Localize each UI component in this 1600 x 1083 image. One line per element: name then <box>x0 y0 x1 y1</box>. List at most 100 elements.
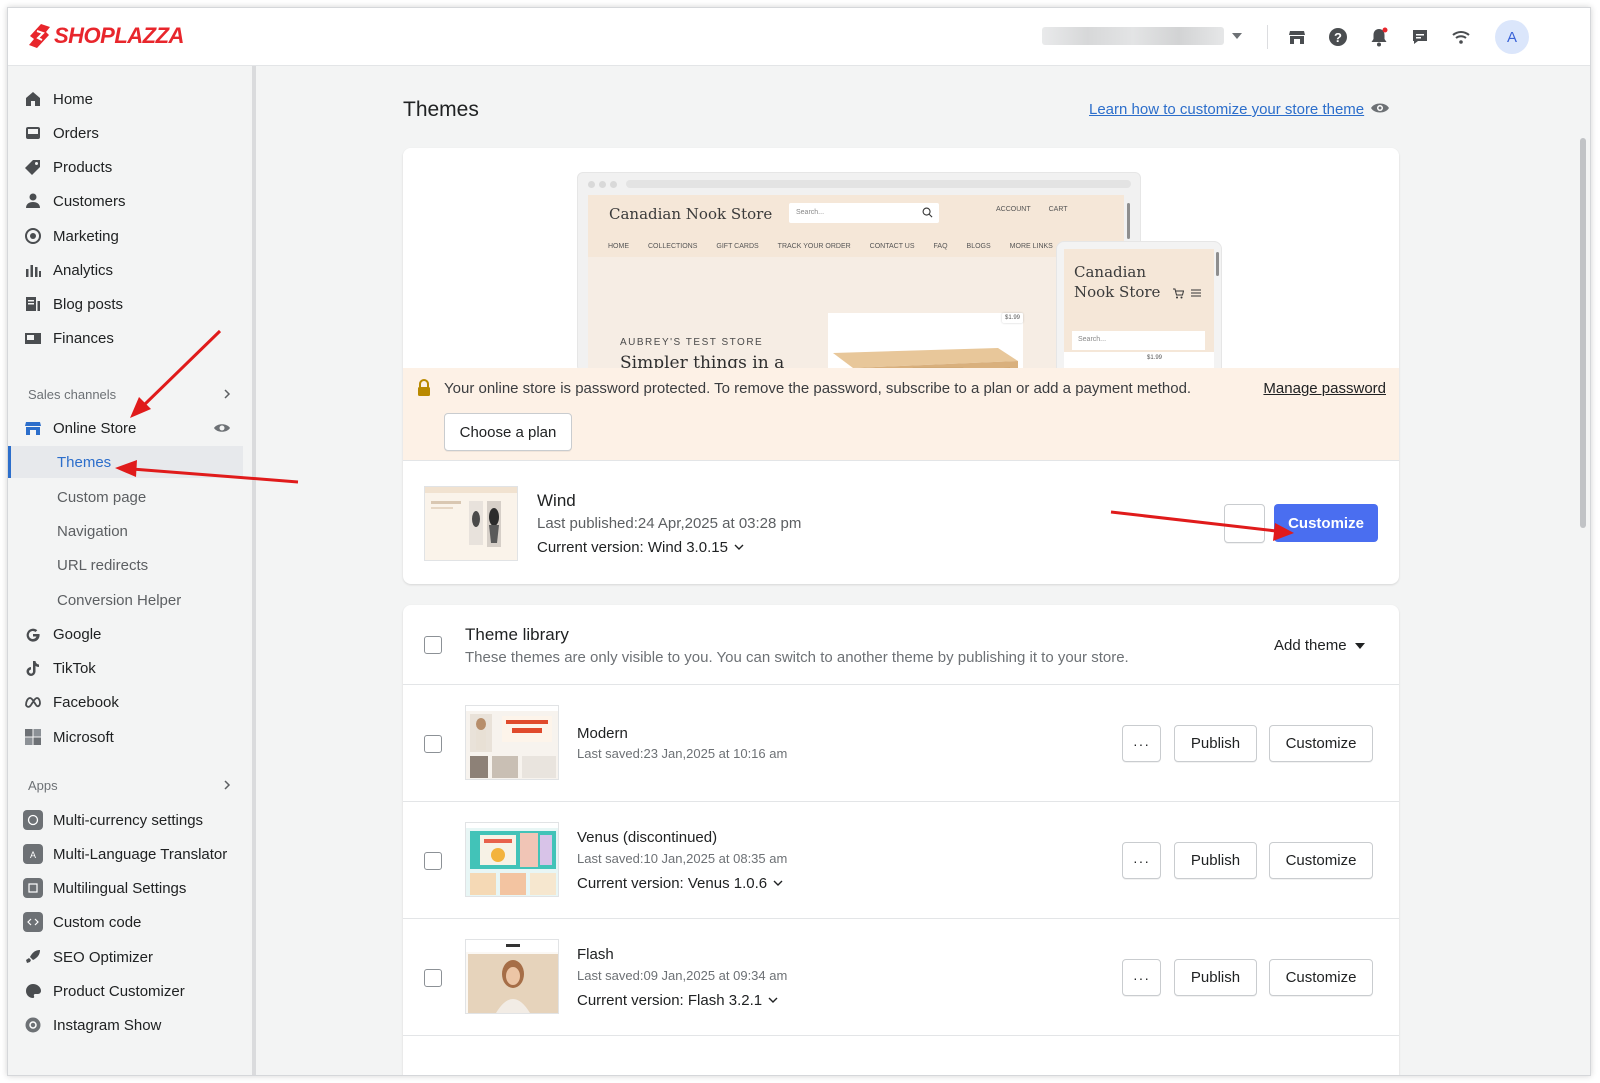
theme-version[interactable]: Current version: Venus 1.0.6 <box>577 875 783 892</box>
mobile-preview: Canadian Nook Store Search... $1.99 <box>1056 241 1222 381</box>
sidebar-app-product-customizer[interactable]: Product Customizer <box>23 977 185 1005</box>
sidebar-app-custom-code[interactable]: Custom code <box>23 908 141 936</box>
manage-password-link[interactable]: Manage password <box>1263 380 1386 397</box>
section-label-apps: Apps <box>28 778 58 793</box>
publish-button[interactable]: Publish <box>1174 959 1257 996</box>
store-icon[interactable] <box>1285 25 1309 49</box>
help-icon[interactable]: ? <box>1326 25 1350 49</box>
meta-icon <box>23 692 43 712</box>
divider <box>1267 25 1268 49</box>
theme-checkbox[interactable] <box>424 969 442 987</box>
learn-customize-link[interactable]: Learn how to customize your store theme <box>1089 101 1364 118</box>
target-icon <box>23 226 43 246</box>
sidebar-item-facebook[interactable]: Facebook <box>23 688 119 716</box>
theme-name: Modern <box>577 725 628 742</box>
bar-chart-icon <box>23 260 43 280</box>
preview-search-placeholder: Search... <box>796 209 825 216</box>
language-app-icon <box>23 878 43 898</box>
sidebar-app-multi-language-translator[interactable]: A Multi-Language Translator <box>23 840 227 868</box>
sidebar-app-multilingual-settings[interactable]: Multilingual Settings <box>23 874 186 902</box>
wind-theme-thumbnail[interactable] <box>424 486 518 561</box>
wifi-icon[interactable] <box>1449 25 1473 49</box>
sidebar-item-themes[interactable]: Themes <box>57 448 111 476</box>
sidebar-item-label: Analytics <box>53 261 114 279</box>
store-name-redacted <box>1042 27 1224 45</box>
chevron-right-icon[interactable] <box>222 780 232 790</box>
mobile-header-icons <box>1172 287 1202 299</box>
sidebar-item-google[interactable]: Google <box>23 620 101 648</box>
more-actions-button[interactable]: ··· <box>1122 725 1161 762</box>
sidebar-scrollbar[interactable] <box>252 66 256 1075</box>
sidebar-item-label: Multi-currency settings <box>53 811 204 829</box>
customize-button[interactable]: Customize <box>1269 842 1373 879</box>
tag-icon <box>23 157 43 177</box>
publish-button[interactable]: Publish <box>1174 725 1257 762</box>
sidebar-item-products[interactable]: Products <box>23 153 112 181</box>
more-actions-button[interactable]: ··· <box>1122 959 1161 996</box>
sidebar-item-label: Facebook <box>53 693 119 711</box>
table-product-image <box>833 348 1018 371</box>
sidebar-item-label: Microsoft <box>53 728 114 746</box>
eye-icon[interactable] <box>1370 100 1390 116</box>
main-scrollbar[interactable] <box>1576 66 1590 1075</box>
sidebar-item-url-redirects[interactable]: URL redirects <box>57 551 148 579</box>
more-actions-button[interactable]: ··· <box>1122 842 1161 879</box>
select-all-checkbox[interactable] <box>424 636 442 654</box>
translate-app-icon: A <box>23 844 43 864</box>
sidebar-item-online-store[interactable]: Online Store <box>23 414 136 442</box>
sidebar-item-conversion-helper[interactable]: Conversion Helper <box>57 586 181 614</box>
chat-icon[interactable] <box>1408 25 1432 49</box>
customize-button[interactable]: Customize <box>1269 725 1373 762</box>
blog-icon <box>23 294 43 314</box>
url-bar <box>626 180 1131 188</box>
sidebar-item-microsoft[interactable]: Microsoft <box>23 723 114 751</box>
cart-icon <box>1173 288 1184 299</box>
modern-theme-thumbnail[interactable] <box>465 705 559 780</box>
preview-product-image <box>828 313 1023 371</box>
section-label-sales-channels: Sales channels <box>28 387 117 402</box>
preview-nav: HOME COLLECTIONS GIFT CARDS TRACK YOUR O… <box>588 235 1124 257</box>
sidebar-item-customers[interactable]: Customers <box>23 187 126 215</box>
sidebar-item-navigation[interactable]: Navigation <box>57 517 128 545</box>
sidebar-item-orders[interactable]: Orders <box>23 119 99 147</box>
add-theme-button[interactable]: Add theme <box>1274 637 1365 654</box>
person-icon <box>23 191 43 211</box>
shoplazza-logo[interactable]: SHOPLAZZA <box>27 23 184 49</box>
sidebar-item-home[interactable]: Home <box>23 85 93 113</box>
sidebar-item-finances[interactable]: Finances <box>23 324 114 352</box>
customize-current-theme-button[interactable]: Customize <box>1274 504 1378 542</box>
publish-button[interactable]: Publish <box>1174 842 1257 879</box>
sidebar-item-custom-page[interactable]: Custom page <box>57 483 146 511</box>
sidebar-app-multi-currency[interactable]: Multi-currency settings <box>23 806 203 834</box>
choose-plan-button[interactable]: Choose a plan <box>444 413 572 451</box>
main-scrollbar-thumb[interactable] <box>1580 138 1586 528</box>
eye-icon[interactable] <box>213 421 231 435</box>
sidebar-item-tiktok[interactable]: TikTok <box>23 654 96 682</box>
venus-theme-thumbnail[interactable] <box>465 822 559 897</box>
theme-library-title: Theme library <box>465 625 569 644</box>
sidebar-app-instagram-show[interactable]: Instagram Show <box>23 1011 161 1039</box>
sidebar-app-seo-optimizer[interactable]: SEO Optimizer <box>23 943 153 971</box>
sidebar-item-label: Online Store <box>53 419 137 437</box>
preview-store-name: Canadian Nook Store <box>609 205 773 223</box>
sidebar: Home Orders Products Customers Marketing… <box>8 66 251 1075</box>
brand-name: SHOPLAZZA <box>54 23 184 48</box>
more-actions-button[interactable] <box>1224 504 1265 543</box>
store-selector[interactable] <box>1042 26 1242 46</box>
bell-icon[interactable] <box>1367 25 1391 49</box>
sidebar-item-analytics[interactable]: Analytics <box>23 256 113 284</box>
theme-version[interactable]: Current version: Flash 3.2.1 <box>577 992 778 1009</box>
flash-theme-thumbnail[interactable] <box>465 939 559 1014</box>
avatar[interactable]: A <box>1495 20 1529 54</box>
customize-button[interactable]: Customize <box>1269 959 1373 996</box>
theme-preview[interactable]: Canadian Nook Store Search... ACCOUNT CA… <box>403 148 1399 381</box>
sidebar-item-blog-posts[interactable]: Blog posts <box>23 290 123 318</box>
chevron-right-icon[interactable] <box>222 389 232 399</box>
password-banner-text: Your online store is password protected.… <box>444 380 1192 397</box>
theme-checkbox[interactable] <box>424 852 442 870</box>
current-theme-version[interactable]: Current version: Wind 3.0.15 <box>537 539 744 556</box>
sidebar-item-marketing[interactable]: Marketing <box>23 222 119 250</box>
sidebar-item-label: Multilingual Settings <box>53 879 187 897</box>
theme-checkbox[interactable] <box>424 735 442 753</box>
add-theme-label: Add theme <box>1274 637 1347 654</box>
